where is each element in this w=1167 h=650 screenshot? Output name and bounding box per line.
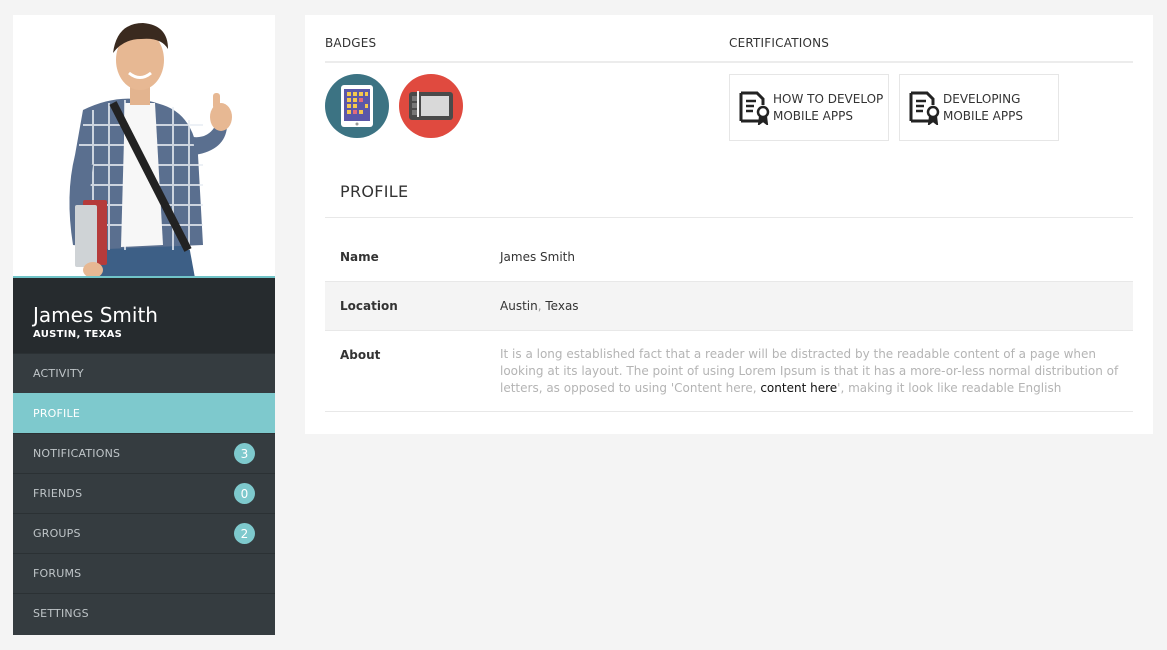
profile-row-name: Name James Smith xyxy=(325,233,1133,282)
profile-divider xyxy=(325,217,1133,218)
profile-photo xyxy=(13,15,275,278)
badge-tablet[interactable] xyxy=(325,74,389,138)
notifications-count-badge: 3 xyxy=(234,443,255,464)
sidebar-item-label: ACTIVITY xyxy=(33,367,84,380)
sidebar-item-activity[interactable]: ACTIVITY xyxy=(13,353,275,393)
certification-line-2: MOBILE APPS xyxy=(943,108,1023,123)
sidebar-item-label: FRIENDS xyxy=(33,487,83,500)
name-label: Name xyxy=(340,250,379,264)
certification-line-1: HOW TO DEVELOP xyxy=(773,91,884,106)
groups-count-badge: 2 xyxy=(234,523,255,544)
user-name: James Smith xyxy=(33,303,158,327)
friends-count-badge: 0 xyxy=(234,483,255,504)
profile-row-location: Location Austin, Texas xyxy=(325,282,1133,331)
certification-card-1[interactable]: HOW TO DEVELOP MOBILE APPS xyxy=(729,74,889,141)
certification-line-2: MOBILE APPS xyxy=(773,108,853,123)
location-label: Location xyxy=(340,299,398,313)
sidebar-item-label: FORUMS xyxy=(33,567,82,580)
sidebar-item-friends[interactable]: FRIENDS 0 xyxy=(13,473,275,513)
badges-title: BADGES xyxy=(325,36,377,50)
sidebar-item-notifications[interactable]: NOTIFICATIONS 3 xyxy=(13,433,275,473)
sidebar: James Smith AUSTIN, TEXAS ACTIVITY PROFI… xyxy=(13,15,275,635)
location-state: Texas xyxy=(545,299,579,313)
person-illustration xyxy=(13,15,275,276)
user-location: AUSTIN, TEXAS xyxy=(33,329,123,340)
about-text-part-2: ', making it look like readable English xyxy=(837,381,1062,395)
name-value: James Smith xyxy=(500,250,575,264)
sidebar-item-groups[interactable]: GROUPS 2 xyxy=(13,513,275,553)
location-separator: , xyxy=(537,299,542,313)
sidebar-nav: ACTIVITY PROFILE NOTIFICATIONS 3 FRIENDS… xyxy=(13,353,275,633)
about-label: About xyxy=(340,348,381,362)
graphics-tablet-icon xyxy=(409,91,453,120)
certifications-title: CERTIFICATIONS xyxy=(729,36,830,50)
location-value: Austin, Texas xyxy=(500,299,579,313)
certification-card-2[interactable]: DEVELOPING MOBILE APPS xyxy=(899,74,1059,141)
main-panel: BADGES CERTIFICATIONS HOW TO DEVELOP MOB… xyxy=(305,15,1153,434)
certificate-icon xyxy=(739,91,770,125)
sidebar-item-label: NOTIFICATIONS xyxy=(33,447,121,460)
sidebar-item-label: SETTINGS xyxy=(33,607,89,620)
location-city: Austin xyxy=(500,299,538,313)
certification-line-1: DEVELOPING xyxy=(943,91,1021,106)
certificate-icon xyxy=(909,91,940,125)
tablet-icon xyxy=(341,85,373,127)
sidebar-item-label: GROUPS xyxy=(33,527,81,540)
badge-graphics-tablet[interactable] xyxy=(399,74,463,138)
sidebar-item-settings[interactable]: SETTINGS xyxy=(13,593,275,633)
sidebar-item-forums[interactable]: FORUMS xyxy=(13,553,275,593)
profile-section-title: PROFILE xyxy=(340,182,409,201)
section-divider xyxy=(325,61,1133,63)
about-text: It is a long established fact that a rea… xyxy=(500,346,1120,397)
about-content-link[interactable]: content here xyxy=(760,381,837,395)
user-info: James Smith AUSTIN, TEXAS xyxy=(13,278,275,353)
profile-row-about: About It is a long established fact that… xyxy=(325,331,1133,412)
sidebar-item-label: PROFILE xyxy=(33,407,80,420)
sidebar-item-profile[interactable]: PROFILE xyxy=(13,393,275,433)
